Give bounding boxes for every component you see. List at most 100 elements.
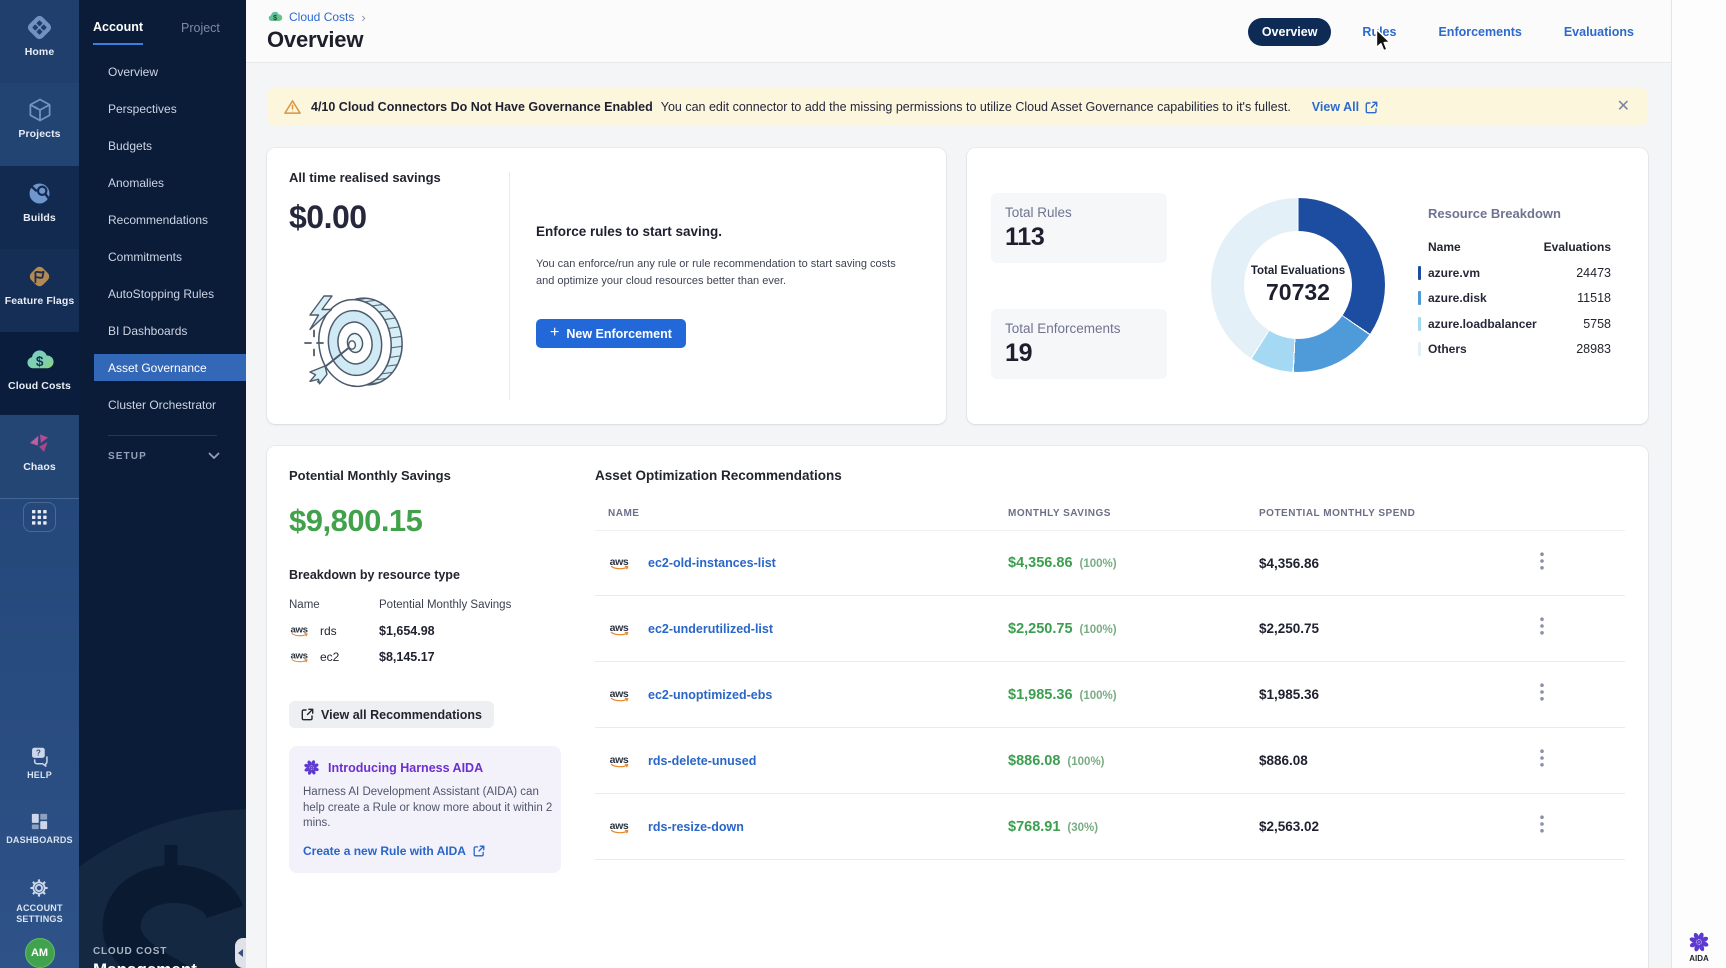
breadcrumb-chevron-icon: › [361,10,365,25]
potential-spend-cell: $4,356.86 [1259,556,1536,571]
sidebar-item-overview[interactable]: Overview [79,53,246,90]
row-menu-kebab-icon[interactable] [1536,745,1548,776]
savings-value: $0.00 [289,199,367,236]
aida-fab-label: AIDA [1689,954,1709,963]
help-icon: ? [28,746,51,767]
aws-icon: aws [289,623,311,638]
rules-stats-card: Total Rules 113 Total Enforcements 19 To… [967,148,1648,424]
sidebar-item-recommendations[interactable]: Recommendations [79,201,246,238]
aws-icon: aws [608,753,632,769]
recommendations-header: NAME MONTHLY SAVINGS POTENTIAL MONTHLY S… [595,508,1625,519]
recommendations-rows: aws ec2-old-instances-list $4,356.86(100%)… [595,530,1625,860]
total-enforcements-box: Total Enforcements 19 [991,309,1167,379]
rule-name-cell: aws ec2-old-instances-list [608,555,1008,571]
content-area: 4/10 Cloud Connectors Do Not Have Govern… [246,63,1671,968]
recommendation-row: awsec2-underutilized-list$2,250.75(100%)… [595,596,1625,662]
banner-view-all-link[interactable]: View All [1312,100,1378,114]
row-menu-kebab-icon[interactable] [1536,679,1548,710]
potential-spend-cell: $2,250.75 [1259,621,1536,636]
feature-flags-icon [25,262,54,291]
sidebar-item-budgets[interactable]: Budgets [79,127,246,164]
aws-icon: aws [608,621,632,637]
savings-label: All time realised savings [289,170,441,185]
rule-link[interactable]: ec2-old-instances-list [648,556,776,570]
sidebar-collapse-button[interactable] [235,938,246,968]
harness-home-icon [25,13,54,42]
rule-link[interactable]: rds-delete-unused [648,754,756,768]
card-divider [509,172,510,400]
rail-item-chaos[interactable]: Chaos [0,415,79,498]
rail-item-account-settings[interactable]: ACCOUNTSETTINGS [16,876,63,925]
aida-create-rule-link[interactable]: Create a new Rule with AIDA [303,844,485,858]
nav-tab-evaluations[interactable]: Evaluations [1564,25,1634,39]
rule-link[interactable]: rds-resize-down [648,820,744,834]
gear-icon [27,876,51,900]
recommendations-card: Potential Monthly Savings $9,800.15 Brea… [267,446,1648,968]
resource-breakdown: Resource Breakdown Name Evaluations azur… [1428,206,1611,356]
sidebar-item-asset-governance[interactable]: Asset Governance [94,354,246,381]
new-enforcement-button[interactable]: +New Enforcement [536,319,686,348]
breadcrumb-link[interactable]: Cloud Costs [289,10,354,24]
sidebar-menu: Overview Perspectives Budgets Anomalies … [79,53,246,423]
sidebar-item-cluster-orchestrator[interactable]: Cluster Orchestrator [79,386,246,423]
governance-warning-banner: 4/10 Cloud Connectors Do Not Have Govern… [267,88,1648,126]
monthly-savings-cell: $1,985.36(100%) [1008,687,1259,703]
recommendation-row: awsrds-delete-unused$886.08(100%)$886.08 [595,728,1625,794]
rail-item-home[interactable]: Home [0,0,79,83]
total-rules-box: Total Rules 113 [991,193,1167,263]
aws-icon: aws [608,555,632,571]
col-savings: Potential Monthly Savings [379,599,573,612]
rail-item-projects[interactable]: Projects [0,83,79,166]
sidebar-item-commitments[interactable]: Commitments [79,238,246,275]
potential-spend-cell: $2,563.02 [1259,819,1536,834]
rail-label-projects: Projects [18,128,60,140]
top-cards-row: All time realised savings $0.00 Enforce … [267,148,1648,424]
footer-title: Management [93,960,197,968]
rule-link[interactable]: ec2-underutilized-list [648,622,773,636]
tab-project[interactable]: Project [181,21,220,44]
user-avatar[interactable]: AM [25,938,55,968]
aida-icon [303,759,320,776]
nav-tab-rules[interactable]: Rules [1362,25,1396,39]
sidebar-item-perspectives[interactable]: Perspectives [79,90,246,127]
row-menu-kebab-icon[interactable] [1536,548,1548,579]
external-link-icon [473,845,485,857]
external-link-icon [1365,101,1378,114]
sidebar-item-anomalies[interactable]: Anomalies [79,164,246,201]
rail-label-account-settings: ACCOUNTSETTINGS [16,903,63,925]
rail-item-dashboards[interactable]: DASHBOARDS [6,811,73,846]
evaluations-donut-chart: Total Evaluations 70732 [1211,198,1385,372]
sidebar-scope-tabs: Account Project [79,0,246,45]
rule-name-cell: awsec2-unoptimized-ebs [608,687,1008,703]
rule-name-cell: aws rds-delete-unused [608,753,1008,769]
row-menu-kebab-icon[interactable] [1536,613,1548,644]
target-illustration [295,294,415,404]
dashboards-icon [29,811,50,832]
banner-close-icon[interactable]: ✕ [1617,99,1630,115]
module-picker-button[interactable] [23,502,56,532]
view-all-recommendations-button[interactable]: View all Recommendations [289,701,494,728]
monthly-savings-cell: $768.91(30%) [1008,819,1259,835]
recommendation-row: awsrds-resize-down$768.91(30%)$2,563.02 [595,794,1625,860]
cta-title: Enforce rules to start saving. [536,224,936,239]
enforce-cta: Enforce rules to start saving. You can e… [536,224,936,348]
recommendation-row: aws ec2-old-instances-list $4,356.86(100%)… [595,530,1625,596]
warning-icon [284,99,301,115]
nav-tab-overview[interactable]: Overview [1248,18,1332,46]
rule-link[interactable]: ec2-unoptimized-ebs [648,688,772,702]
rail-item-cloud-costs[interactable]: $ Cloud Costs [0,332,79,415]
rail-item-builds[interactable]: Builds [0,166,79,249]
donut-center: Total Evaluations 70732 [1244,231,1352,339]
rail-label-builds: Builds [23,212,56,224]
potential-savings-value: $9,800.15 [289,504,573,538]
row-menu-kebab-icon[interactable] [1536,811,1548,842]
sidebar-item-bi-dashboards[interactable]: BI Dashboards [79,312,246,349]
monthly-savings-cell: $4,356.86(100%) [1008,555,1259,571]
nav-tab-enforcements[interactable]: Enforcements [1438,25,1521,39]
sidebar-item-autostopping-rules[interactable]: AutoStopping Rules [79,275,246,312]
tab-account[interactable]: Account [93,20,143,45]
rail-item-help[interactable]: ? HELP [27,746,52,781]
rail-item-feature-flags[interactable]: Feature Flags [0,249,79,332]
total-rules-value: 113 [1005,223,1153,252]
aida-fab[interactable]: AIDA [1672,931,1726,963]
